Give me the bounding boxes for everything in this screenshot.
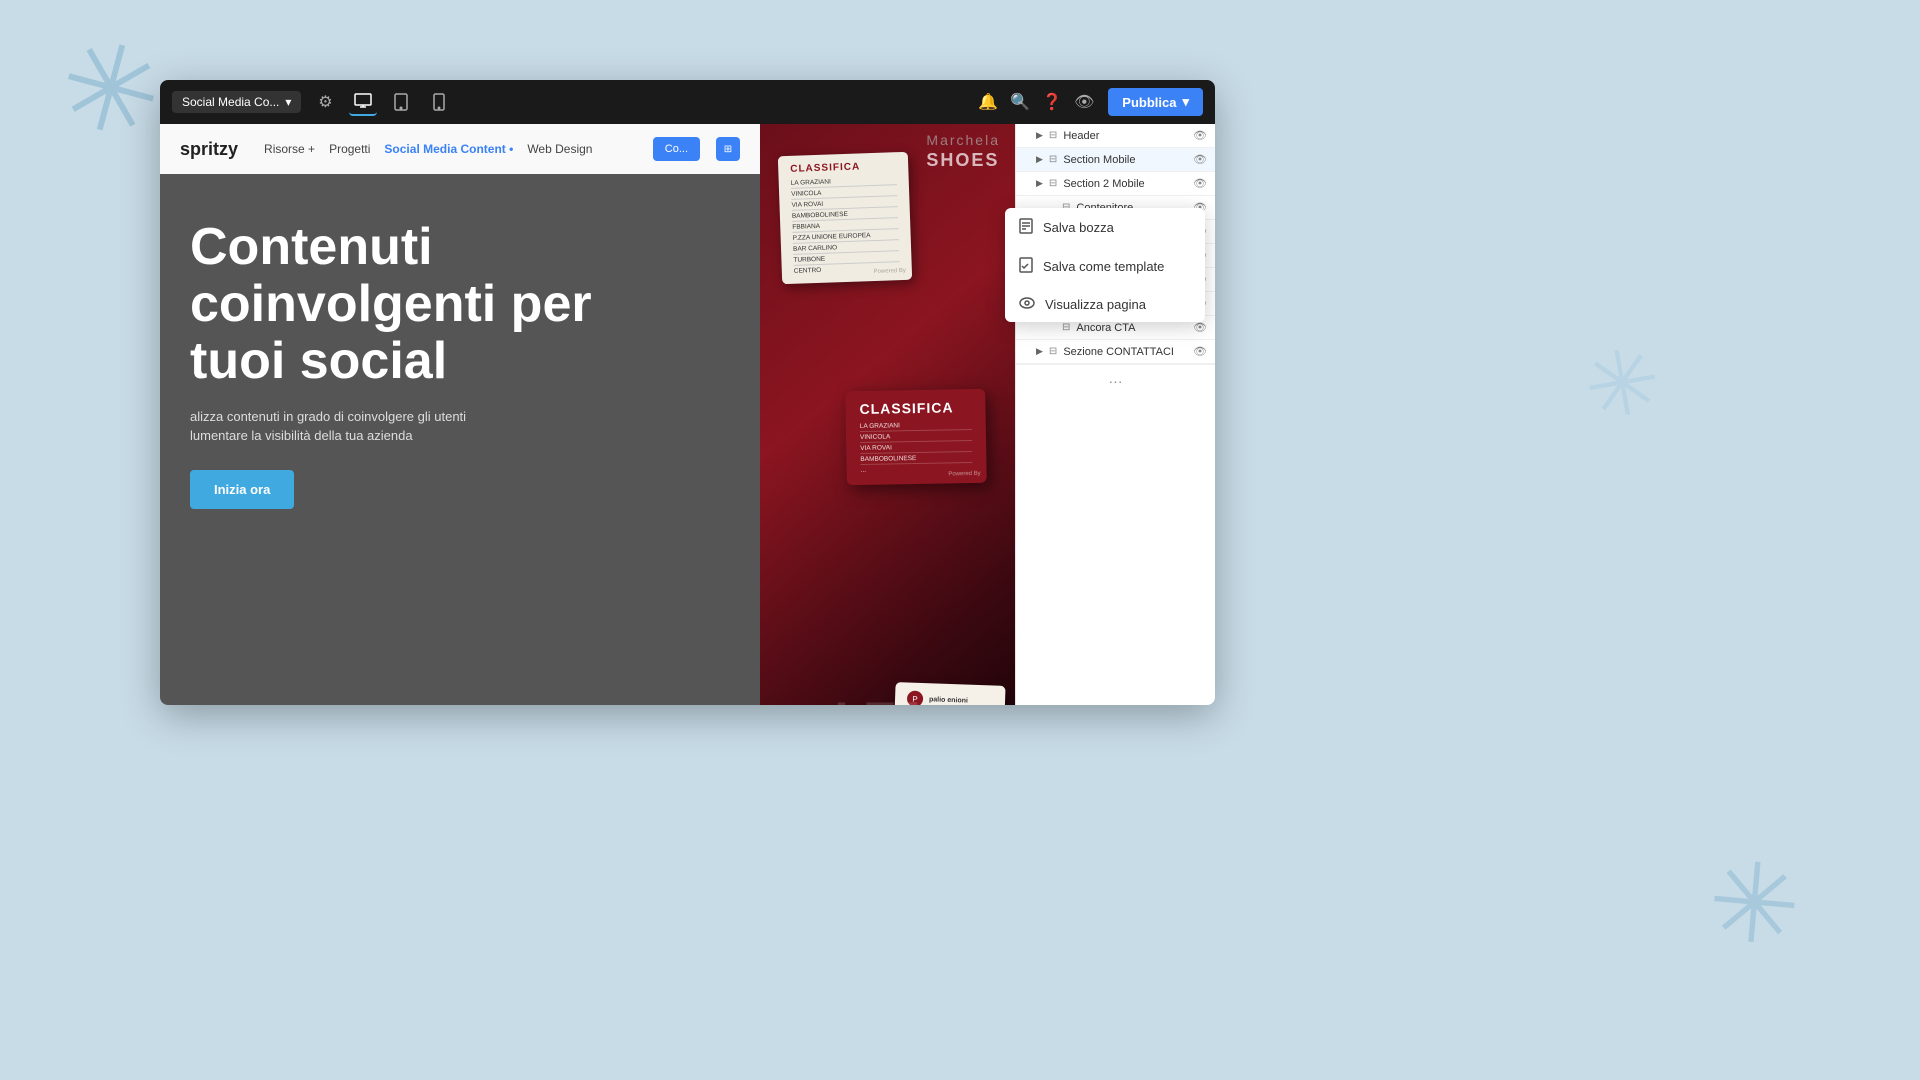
dropdown-visualizza[interactable]: Visualizza pagina <box>1005 286 1205 322</box>
page-selector-chevron: ▾ <box>285 95 291 109</box>
red-card-powered: Powered By <box>948 470 980 477</box>
visualizza-icon <box>1019 296 1035 312</box>
layer-icon-section-mobile: ⊟ <box>1049 154 1057 165</box>
nav-progetti[interactable]: Progetti <box>329 142 370 156</box>
pubblica-chevron: ▾ <box>1182 94 1189 110</box>
layer-eye-section-mobile[interactable]: 👁 <box>1193 153 1207 166</box>
layer-icon-header: ⊟ <box>1049 130 1057 141</box>
page-selector[interactable]: Social Media Co... ▾ <box>172 91 301 113</box>
bottom-brand-text: LEAI <box>835 691 941 705</box>
salva-template-icon <box>1019 257 1033 276</box>
settings-icon-btn[interactable]: ⚙ <box>311 88 339 116</box>
layer-name-contattaci: Sezione CONTATTACI <box>1063 346 1187 358</box>
shoes-brand-text: Marchela SHOES <box>926 129 1000 171</box>
layer-item-section-mobile[interactable]: ▶ ⊟ Section Mobile 👁 <box>1016 148 1215 172</box>
tablet-view-btn[interactable] <box>387 88 415 116</box>
nav-cta-button[interactable]: Co... <box>653 137 700 161</box>
nav-social[interactable]: Social Media Content • <box>384 142 513 156</box>
mobile-view-btn[interactable] <box>425 88 453 116</box>
pubblica-label: Pubblica <box>1122 95 1176 110</box>
layer-name-section2: Section 2 Mobile <box>1063 178 1187 190</box>
notifications-btn[interactable]: 🔔 <box>974 88 1002 116</box>
layer-item-header[interactable]: ▶ ⊟ Header 👁 <box>1016 124 1215 148</box>
help-btn[interactable]: ❓ <box>1038 88 1066 116</box>
nav-risorse[interactable]: Risorse + <box>264 142 315 156</box>
layer-icon-section2: ⊟ <box>1049 178 1057 189</box>
hero-cta-button[interactable]: Inizia ora <box>190 470 294 509</box>
classifica-rows: LA GRAZIANI VINICOLA VIA ROVAI BAMBOBOLI… <box>791 174 900 276</box>
browser-toolbar: Social Media Co... ▾ ⚙ <box>160 80 1215 124</box>
hero-content-area: spritzy Risorse + Progetti Social Media … <box>160 124 760 705</box>
red-classifica-card: CLASSIFICA LA GRAZIANI VINICOLA VIA ROVA… <box>845 388 987 484</box>
search-btn[interactable]: 🔍 <box>1006 88 1034 116</box>
hero-subtitle: alizza contenuti in grado di coinvolgere… <box>190 407 730 446</box>
layer-icon-contattaci: ⊟ <box>1049 346 1057 357</box>
tablet-icon <box>394 93 408 111</box>
layer-name-header: Header <box>1063 130 1187 142</box>
salva-bozza-icon <box>1019 218 1033 237</box>
dropdown-salva-bozza[interactable]: Salva bozza <box>1005 208 1205 247</box>
asterisk-decoration-tl: ✳ <box>46 19 174 161</box>
nav-extra-btn[interactable]: ⊞ <box>716 137 740 161</box>
dropdown-salva-template[interactable]: Salva come template <box>1005 247 1205 286</box>
asterisk-decoration-br: ✳ <box>1703 846 1804 964</box>
toolbar-right-icons: 🔔 🔍 ❓ 👁 <box>974 88 1098 116</box>
page-selector-label: Social Media Co... <box>182 95 279 109</box>
browser-window: Social Media Co... ▾ ⚙ <box>160 80 1215 705</box>
layer-eye-ancora[interactable]: 👁 <box>1193 321 1207 334</box>
classifica-title: CLASSIFICA <box>790 160 896 175</box>
pubblica-dropdown: Salva bozza Salva come template <box>1005 208 1205 322</box>
layer-item-contattaci[interactable]: ▶ ⊟ Sezione CONTATTACI 👁 <box>1016 340 1215 364</box>
layer-name-ancora: Ancora CTA <box>1076 322 1187 334</box>
layer-icon-ancora: ⊟ <box>1062 322 1070 333</box>
layer-name-section-mobile: Section Mobile <box>1063 154 1187 166</box>
nav-webdesign[interactable]: Web Design <box>527 142 592 156</box>
layer-chevron-contattaci: ▶ <box>1036 346 1043 357</box>
layer-eye-section2[interactable]: 👁 <box>1193 177 1207 190</box>
visualizza-label: Visualizza pagina <box>1045 297 1146 312</box>
layer-chevron-section2: ▶ <box>1036 178 1043 189</box>
layer-chevron-header: ▶ <box>1036 130 1043 141</box>
asterisk-decoration-tr: ✳ <box>1577 334 1667 436</box>
desktop-icon <box>354 93 372 109</box>
website-navbar: spritzy Risorse + Progetti Social Media … <box>160 124 760 174</box>
layers-more-btn[interactable]: ··· <box>1016 364 1215 397</box>
layer-item-section2-mobile[interactable]: ▶ ⊟ Section 2 Mobile 👁 <box>1016 172 1215 196</box>
right-image-area: Marchela SHOES CLASSIFICA LA GRAZIANI VI… <box>760 124 1015 705</box>
salva-bozza-label: Salva bozza <box>1043 220 1114 235</box>
hero-text-area: Contenuti coinvolgenti per tuoi social a… <box>160 179 760 705</box>
site-logo: spritzy <box>180 139 238 160</box>
preview-btn[interactable]: 👁 <box>1070 88 1098 116</box>
desktop-view-btn[interactable] <box>349 88 377 116</box>
powered-label-dark: Powered By <box>873 268 906 275</box>
layer-eye-header[interactable]: 👁 <box>1193 129 1207 142</box>
mobile-icon <box>433 93 445 111</box>
layer-eye-contattaci[interactable]: 👁 <box>1193 345 1207 358</box>
pubblica-button[interactable]: Pubblica ▾ <box>1108 88 1203 116</box>
classifica-card: CLASSIFICA LA GRAZIANI VINICOLA VIA ROVA… <box>778 152 912 284</box>
hero-title: Contenuti coinvolgenti per tuoi social <box>190 219 730 391</box>
salva-template-label: Salva come template <box>1043 259 1164 274</box>
layer-chevron-section-mobile: ▶ <box>1036 154 1043 165</box>
